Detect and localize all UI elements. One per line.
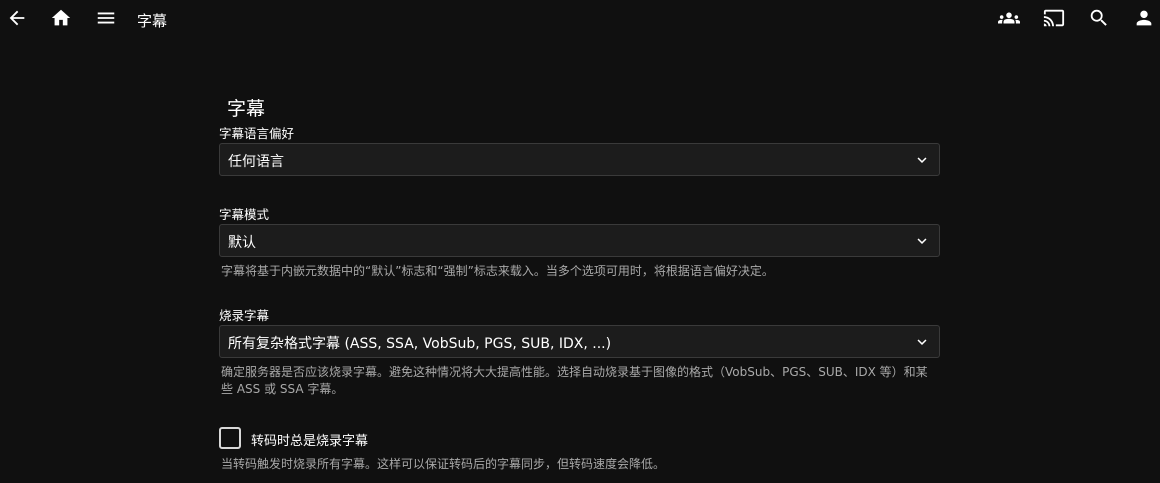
burn-subtitles-value: 所有复杂格式字幕 (ASS, SSA, VobSub, PGS, SUB, ID…: [228, 336, 612, 352]
subtitle-mode-select[interactable]: 默认: [219, 224, 940, 257]
always-burn-label[interactable]: 转码时总是烧录字幕: [251, 430, 368, 449]
always-burn-checkbox[interactable]: [219, 427, 241, 449]
language-pref-label: 字幕语言偏好: [219, 126, 295, 141]
search-icon[interactable]: [1087, 6, 1111, 30]
subtitle-mode-value: 默认: [228, 235, 256, 251]
page-title: 字幕: [137, 12, 168, 30]
user-icon[interactable]: [1132, 6, 1156, 30]
chevron-down-icon: [913, 232, 931, 250]
burn-subtitles-help: 确定服务器是否应该烧录字幕。避免这种情况将大大提高性能。选择自动烧录基于图像的格…: [221, 365, 928, 396]
menu-icon[interactable]: [94, 6, 118, 30]
chevron-down-icon: [913, 151, 931, 169]
section-title: 字幕: [227, 98, 266, 120]
top-bar: 字幕: [0, 0, 1160, 40]
back-arrow-icon[interactable]: [5, 6, 29, 30]
always-burn-help: 当转码触发时烧录所有字幕。这样可以保证转码后的字幕同步，但转码速度会降低。: [221, 457, 666, 471]
language-pref-value: 任何语言: [228, 154, 284, 170]
burn-subtitles-label: 烧录字幕: [219, 308, 270, 323]
subtitle-mode-label: 字幕模式: [219, 207, 270, 222]
subtitle-mode-help: 字幕将基于内嵌元数据中的“默认”标志和“强制”标志来载入。当多个选项可用时，将根…: [221, 264, 774, 278]
burn-subtitles-select[interactable]: 所有复杂格式字幕 (ASS, SSA, VobSub, PGS, SUB, ID…: [219, 325, 940, 358]
people-icon[interactable]: [997, 6, 1021, 30]
home-icon[interactable]: [49, 6, 73, 30]
cast-icon[interactable]: [1042, 6, 1066, 30]
language-pref-select[interactable]: 任何语言: [219, 143, 940, 176]
chevron-down-icon: [913, 333, 931, 351]
